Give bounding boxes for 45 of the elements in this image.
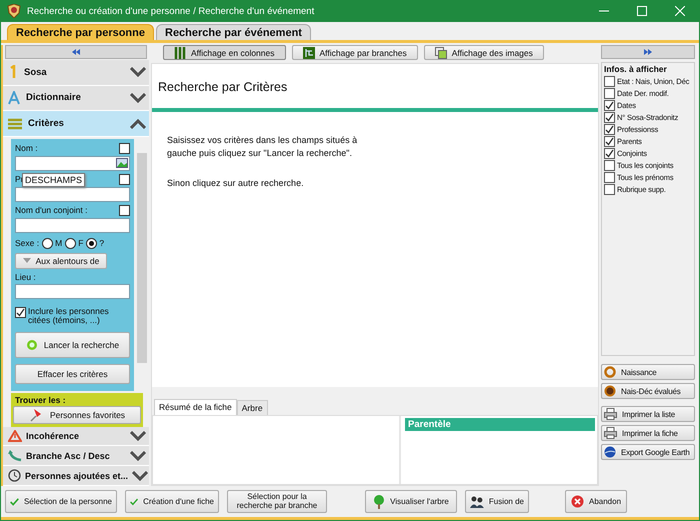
action-button[interactable]: Nais-Déc évalués — [601, 383, 695, 399]
around-button[interactable]: Aux alentours de — [15, 252, 107, 269]
action-button[interactable]: Visualiser l'arbre — [365, 490, 457, 513]
action-button[interactable]: Abandon — [565, 490, 627, 513]
view-button[interactable]: Affichage en colonnes — [163, 45, 286, 60]
favorites-button[interactable]: Personnes favorites — [13, 406, 141, 424]
tab[interactable]: Arbre — [236, 400, 268, 415]
tab[interactable]: Recherche par événement — [156, 24, 311, 40]
action-button[interactable]: Naissance — [601, 364, 695, 380]
view-button[interactable]: Affichage des images — [424, 45, 544, 60]
search-button[interactable]: Lancer la recherche — [15, 332, 130, 358]
find-title: Trouver les : — [14, 394, 67, 405]
sidebar-section[interactable]: Critères — [3, 111, 149, 137]
window-title: Recherche ou création d'une personne / Recherche d'un événement — [27, 6, 316, 16]
action-button[interactable]: Création d'une fiche — [125, 490, 219, 513]
sidebar-section[interactable]: Personnes ajoutées et... — [3, 466, 149, 486]
field-label: Sexe : — [15, 238, 40, 248]
field-label: Nom : — [15, 143, 38, 154]
radio-label: M — [55, 238, 62, 248]
action-button[interactable]: Export Google Earth — [601, 444, 695, 460]
sidebar-section[interactable]: Branche Asc / Desc — [3, 446, 149, 466]
clear-criteria-button[interactable]: Effacer les critères — [15, 364, 130, 384]
kinship-header: Parentèle — [405, 418, 595, 431]
view-button[interactable]: Affichage par branches — [292, 45, 418, 60]
action-button[interactable]: Imprimer la fiche — [601, 425, 695, 441]
action-button[interactable]: Sélection de la personne — [5, 490, 117, 513]
page-heading: Recherche par Critères — [157, 79, 288, 94]
action-button[interactable]: Imprimer la liste — [601, 406, 695, 422]
action-button[interactable]: Sélection pour la recherche par branche — [227, 490, 327, 513]
tab[interactable]: Résumé de la fiche — [154, 399, 237, 415]
checkbox-label: Inclure les personnes citées (témoins, ...) — [28, 306, 110, 326]
instruction-text: Saisissez vos critères dans les champs situés à gauche puis cliquez sur "Lancer la recherche". — [167, 134, 358, 160]
sidebar-section[interactable]: Dictionnaire — [3, 86, 149, 112]
tab[interactable]: Recherche par personne — [7, 24, 154, 40]
action-button[interactable]: Fusion de — [465, 490, 529, 513]
radio-label: F — [78, 238, 84, 248]
field-label: Lieu : — [15, 272, 36, 282]
group-title: Infos. à afficher — [604, 64, 668, 74]
instruction-text: Sinon cliquez sur autre recherche. — [167, 177, 305, 190]
field-label: Nom d'un conjoint : — [15, 205, 88, 216]
sidebar-section[interactable]: Sosa — [3, 60, 149, 86]
tooltip: DESCHAMPS — [22, 172, 86, 187]
field-label: Pr — [15, 174, 24, 184]
sidebar-section[interactable]: Incohérence — [3, 426, 149, 446]
radio-label: ? — [99, 238, 104, 248]
